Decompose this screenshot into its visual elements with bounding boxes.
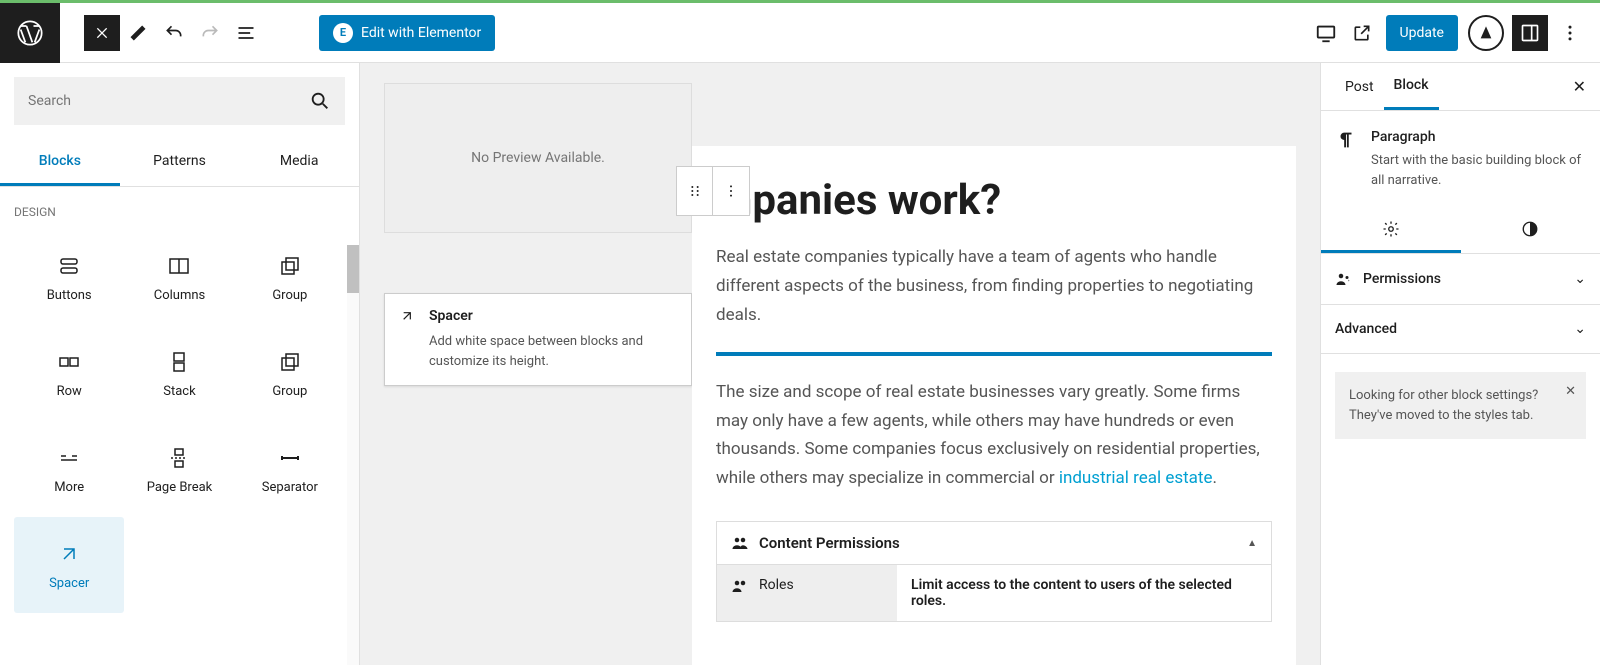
- heading-block[interactable]: mpanies work?: [716, 146, 1272, 225]
- accordion-permissions[interactable]: Permissions ⌄: [1321, 254, 1600, 305]
- block-row[interactable]: Row: [14, 325, 124, 421]
- insertion-indicator: [716, 352, 1272, 356]
- content-area: mpanies work? Real estate companies typi…: [692, 146, 1296, 665]
- desktop-view-icon[interactable]: [1308, 15, 1344, 51]
- roles-icon: [731, 577, 749, 595]
- industrial-link[interactable]: industrial real estate: [1059, 468, 1213, 488]
- wordpress-logo[interactable]: [0, 3, 60, 63]
- block-buttons[interactable]: Buttons: [14, 229, 124, 325]
- astra-icon[interactable]: [1468, 15, 1504, 51]
- more-options-icon[interactable]: [1552, 15, 1588, 51]
- content-permissions-section: Content Permissions ▲ Roles Limit access…: [716, 521, 1272, 622]
- settings-subtabs: [1321, 208, 1600, 254]
- drag-handle-icon[interactable]: [677, 167, 713, 215]
- subtab-styles[interactable]: [1461, 208, 1600, 253]
- settings-panel: Post Block ✕ Paragraph Start with the ba…: [1320, 63, 1600, 665]
- block-group[interactable]: Group: [235, 229, 345, 325]
- roles-label: Roles: [759, 577, 794, 593]
- paragraph-2[interactable]: The size and scope of real estate busine…: [716, 378, 1272, 494]
- list-view-icon[interactable]: [228, 15, 264, 51]
- close-button[interactable]: [84, 15, 120, 51]
- block-more[interactable]: More: [14, 421, 124, 517]
- block-tooltip: Spacer Add white space between blocks an…: [384, 293, 692, 386]
- editor-canvas: No Preview Available. Spacer Add white s…: [360, 63, 1320, 665]
- block-inserter-panel: Blocks Patterns Media DESIGN Buttons Col…: [0, 63, 360, 665]
- scrollbar[interactable]: [347, 245, 359, 665]
- dismiss-notice-icon[interactable]: ✕: [1565, 382, 1576, 402]
- inserter-tabs: Blocks Patterns Media: [0, 139, 359, 187]
- block-title: Paragraph: [1371, 129, 1586, 145]
- expand-icon: [399, 308, 415, 324]
- subtab-settings[interactable]: [1321, 208, 1461, 253]
- block-columns[interactable]: Columns: [124, 229, 234, 325]
- block-grid: Buttons Columns Group Row Stack Group Mo…: [0, 229, 359, 613]
- undo-icon[interactable]: [156, 15, 192, 51]
- block-stack[interactable]: Stack: [124, 325, 234, 421]
- update-button[interactable]: Update: [1386, 15, 1458, 51]
- close-panel-icon[interactable]: ✕: [1573, 77, 1586, 96]
- paragraph-icon: [1335, 129, 1357, 151]
- permissions-body-text: Limit access to the content to users of …: [897, 565, 1271, 621]
- settings-tabs: Post Block ✕: [1321, 63, 1600, 111]
- block-info: Paragraph Start with the basic building …: [1321, 111, 1600, 208]
- edit-with-elementor-button[interactable]: E Edit with Elementor: [319, 15, 495, 51]
- permissions-header[interactable]: Content Permissions ▲: [717, 522, 1271, 565]
- block-desc: Start with the basic building block of a…: [1371, 151, 1586, 190]
- redo-icon[interactable]: [192, 15, 228, 51]
- search-icon: [309, 90, 331, 112]
- top-toolbar: E Edit with Elementor Update: [0, 3, 1600, 63]
- permissions-icon: [1335, 270, 1353, 288]
- tab-patterns[interactable]: Patterns: [120, 139, 240, 186]
- search-input-wrap: [14, 77, 345, 125]
- tab-blocks[interactable]: Blocks: [0, 139, 120, 186]
- external-link-icon[interactable]: [1344, 15, 1380, 51]
- block-toolbar: [676, 166, 750, 216]
- tab-block[interactable]: Block: [1384, 63, 1439, 110]
- update-label: Update: [1400, 25, 1444, 41]
- more-icon[interactable]: [713, 167, 749, 215]
- block-page-break[interactable]: Page Break: [124, 421, 234, 517]
- chevron-down-icon: ⌄: [1574, 271, 1586, 287]
- settings-panel-toggle[interactable]: [1512, 15, 1548, 51]
- users-icon: [731, 534, 749, 552]
- notice-text: Looking for other block settings? They'v…: [1349, 388, 1538, 423]
- tooltip-desc: Add white space between blocks and custo…: [429, 332, 677, 371]
- elementor-icon: E: [333, 23, 353, 43]
- paragraph-1[interactable]: Real estate companies typically have a t…: [716, 243, 1272, 330]
- search-input[interactable]: [28, 93, 309, 109]
- permissions-title: Content Permissions: [759, 534, 900, 552]
- tooltip-title: Spacer: [429, 308, 473, 324]
- heading-text: mpanies work?: [716, 176, 1001, 225]
- tab-media[interactable]: Media: [239, 139, 359, 186]
- preview-box: No Preview Available.: [384, 83, 692, 233]
- chevron-up-icon: ▲: [1247, 538, 1257, 549]
- block-group-2[interactable]: Group: [235, 325, 345, 421]
- block-separator[interactable]: Separator: [235, 421, 345, 517]
- elementor-label: Edit with Elementor: [361, 25, 481, 41]
- block-spacer[interactable]: Spacer: [14, 517, 124, 613]
- permissions-roles-tab[interactable]: Roles: [717, 565, 897, 621]
- accordion-advanced[interactable]: Advanced ⌄: [1321, 305, 1600, 354]
- tab-post[interactable]: Post: [1335, 65, 1384, 109]
- category-design: DESIGN: [0, 187, 359, 229]
- chevron-down-icon: ⌄: [1574, 321, 1586, 337]
- styles-notice: Looking for other block settings? They'v…: [1335, 372, 1586, 439]
- edit-icon[interactable]: [120, 15, 156, 51]
